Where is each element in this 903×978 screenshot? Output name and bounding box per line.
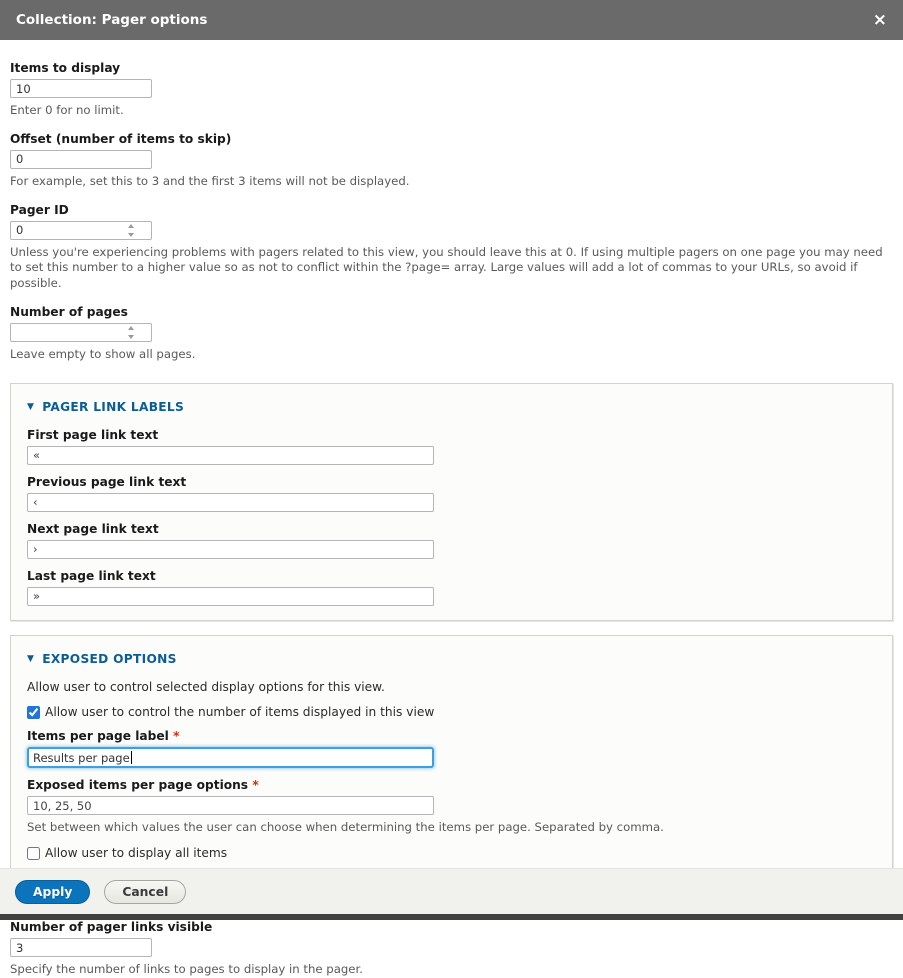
close-icon[interactable]: ×	[873, 12, 887, 29]
first-page-link-label: First page link text	[27, 428, 876, 442]
pager-links-visible-field: Number of pager links visible Specify th…	[10, 920, 893, 978]
collapse-arrow-icon: ▼	[27, 402, 34, 412]
offset-description: For example, set this to 3 and the first…	[10, 174, 893, 190]
exposed-options-fieldset: ▼ EXPOSED OPTIONS Allow user to control …	[10, 635, 893, 899]
text-caret	[131, 751, 132, 764]
exposed-items-options-label: Exposed items per page options *	[27, 778, 876, 792]
pager-link-labels-legend-text: PAGER LINK LABELS	[42, 400, 184, 414]
exposed-options-legend[interactable]: ▼ EXPOSED OPTIONS	[27, 652, 177, 666]
number-of-pages-label: Number of pages	[10, 305, 893, 319]
page-background-strip	[0, 914, 903, 920]
next-page-link-input[interactable]	[27, 540, 434, 559]
number-of-pages-description: Leave empty to show all pages.	[10, 347, 893, 363]
pager-id-field: Pager ID Unless you're experiencing prob…	[10, 203, 893, 292]
number-of-pages-field: Number of pages Leave empty to show all …	[10, 305, 893, 363]
pager-id-label: Pager ID	[10, 203, 893, 217]
items-per-page-label-field: Items per page label * Results per page	[27, 729, 876, 768]
items-per-page-label-input[interactable]: Results per page	[27, 747, 434, 768]
dialog-body: Items to display Enter 0 for no limit. O…	[0, 40, 903, 978]
exposed-items-options-field: Exposed items per page options * Set bet…	[27, 778, 876, 836]
exposed-items-options-input[interactable]	[27, 796, 434, 815]
items-per-page-label-value: Results per page	[33, 751, 130, 765]
required-asterisk: *	[173, 729, 179, 743]
required-asterisk: *	[252, 778, 258, 792]
previous-page-link-label: Previous page link text	[27, 475, 876, 489]
items-per-page-label-label: Items per page label *	[27, 729, 876, 743]
display-all-checkbox-label[interactable]: Allow user to display all items	[45, 846, 227, 860]
display-all-checkbox-row: Allow user to display all items	[27, 846, 876, 860]
dialog-footer: Apply Cancel	[0, 868, 903, 914]
last-page-link-input[interactable]	[27, 587, 434, 606]
items-to-display-description: Enter 0 for no limit.	[10, 103, 893, 119]
last-page-link-label: Last page link text	[27, 569, 876, 583]
first-page-link-input[interactable]	[27, 446, 434, 465]
pager-link-labels-legend[interactable]: ▼ PAGER LINK LABELS	[27, 400, 184, 414]
pager-links-visible-input[interactable]	[10, 938, 152, 957]
pager-links-visible-label: Number of pager links visible	[10, 920, 893, 934]
previous-page-link-input[interactable]	[27, 493, 434, 512]
items-to-display-input[interactable]	[10, 79, 152, 98]
pager-id-description: Unless you're experiencing problems with…	[10, 245, 893, 292]
apply-button[interactable]: Apply	[15, 880, 90, 904]
first-page-link-field: First page link text	[27, 428, 876, 465]
collapse-arrow-icon: ▼	[27, 654, 34, 664]
dialog-titlebar: Collection: Pager options ×	[0, 0, 903, 40]
pager-links-visible-description: Specify the number of links to pages to …	[10, 962, 893, 978]
offset-input[interactable]	[10, 150, 152, 169]
allow-control-items-checkbox[interactable]	[27, 706, 40, 719]
display-all-checkbox[interactable]	[27, 847, 40, 860]
offset-field: Offset (number of items to skip) For exa…	[10, 132, 893, 190]
exposed-options-description: Allow user to control selected display o…	[27, 679, 876, 695]
pager-link-labels-fieldset: ▼ PAGER LINK LABELS First page link text…	[10, 383, 893, 621]
items-to-display-field: Items to display Enter 0 for no limit.	[10, 61, 893, 119]
last-page-link-field: Last page link text	[27, 569, 876, 606]
dialog-title: Collection: Pager options	[16, 12, 207, 28]
exposed-items-options-description: Set between which values the user can ch…	[27, 820, 876, 836]
allow-control-items-checkbox-row: Allow user to control the number of item…	[27, 705, 876, 719]
exposed-options-legend-text: EXPOSED OPTIONS	[42, 652, 176, 666]
items-to-display-label: Items to display	[10, 61, 893, 75]
previous-page-link-field: Previous page link text	[27, 475, 876, 512]
number-of-pages-input[interactable]	[10, 323, 152, 342]
next-page-link-label: Next page link text	[27, 522, 876, 536]
next-page-link-field: Next page link text	[27, 522, 876, 559]
offset-label: Offset (number of items to skip)	[10, 132, 893, 146]
cancel-button[interactable]: Cancel	[104, 880, 186, 904]
allow-control-items-checkbox-label[interactable]: Allow user to control the number of item…	[45, 705, 434, 719]
pager-id-input[interactable]	[10, 221, 152, 240]
